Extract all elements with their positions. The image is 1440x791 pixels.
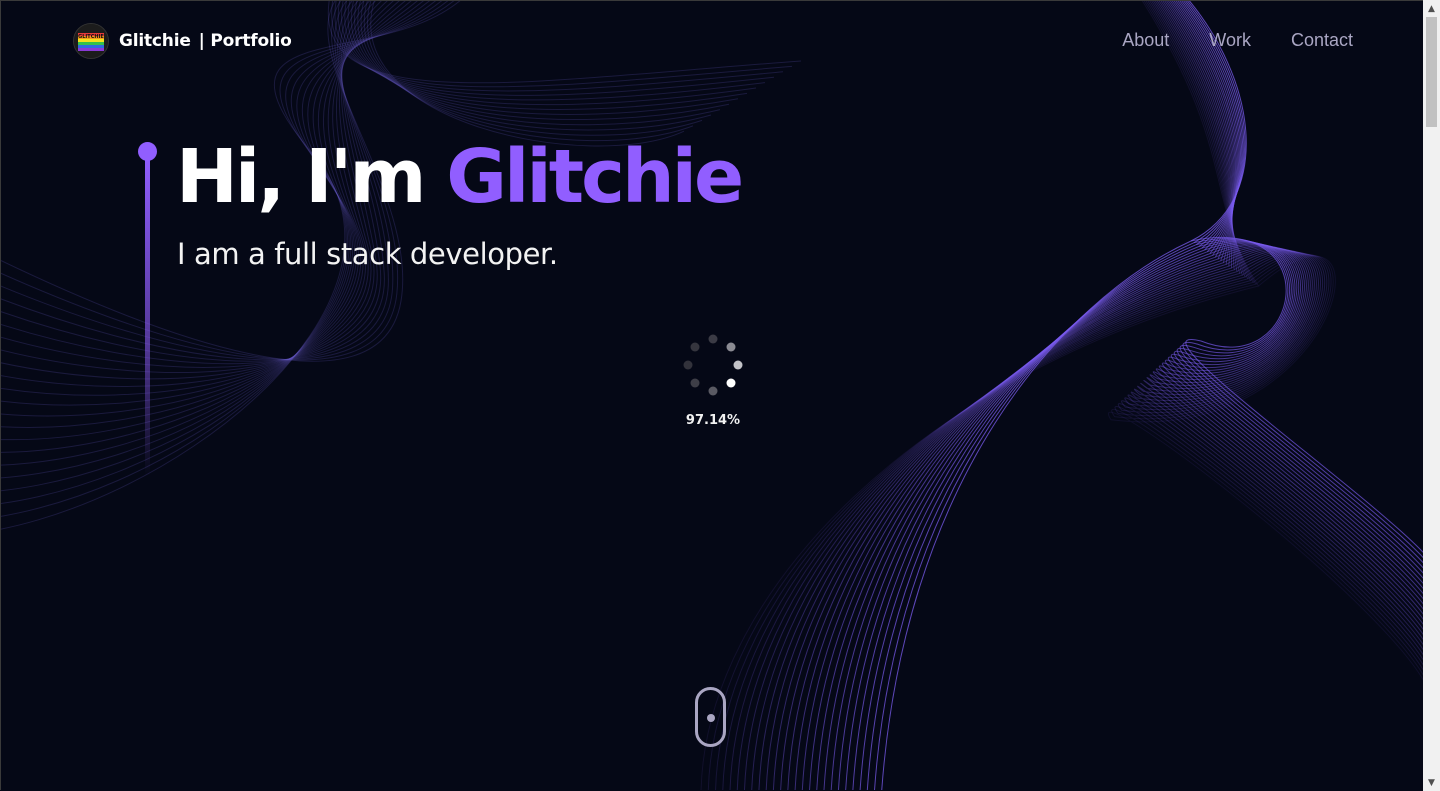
vertical-scrollbar[interactable]: ▲ ▼: [1423, 0, 1440, 791]
brand-suffix: | Portfolio: [198, 31, 292, 51]
scroll-up-arrow-icon[interactable]: ▲: [1423, 0, 1440, 17]
scroll-down-arrow-icon[interactable]: ▼: [1423, 774, 1440, 791]
hero-name: Glitchie: [446, 134, 744, 220]
page-frame: GLITCHIE Glitchie | Portfolio About Work …: [0, 0, 1423, 790]
brand-title: Glitchie | Portfolio: [119, 31, 292, 51]
nav-contact-link[interactable]: Contact: [1291, 30, 1353, 51]
brand-name: Glitchie: [119, 31, 191, 51]
nav-work-link[interactable]: Work: [1209, 30, 1251, 51]
hero-subtitle: I am a full stack developer.: [177, 237, 558, 271]
spinner-icon: [683, 334, 743, 396]
scrollbar-thumb[interactable]: [1426, 17, 1437, 127]
main-nav: About Work Contact: [1122, 30, 1353, 51]
loading-indicator: 97.14%: [673, 329, 753, 439]
hero-title: Hi, I'm Glitchie: [176, 134, 744, 220]
brand-link[interactable]: GLITCHIE Glitchie | Portfolio: [73, 23, 292, 59]
mouse-scroll-icon: [707, 714, 715, 722]
hero-accent-line: [138, 142, 158, 482]
scroll-down-button[interactable]: [695, 687, 726, 747]
nav-about-link[interactable]: About: [1122, 30, 1169, 51]
hero-accent-bar: [145, 156, 150, 476]
hero-greeting: Hi, I'm: [176, 134, 447, 220]
rainbow-logo-icon: GLITCHIE: [73, 23, 109, 59]
loading-progress-text: 97.14%: [685, 413, 741, 428]
logo-lettering: GLITCHIE: [78, 34, 104, 40]
